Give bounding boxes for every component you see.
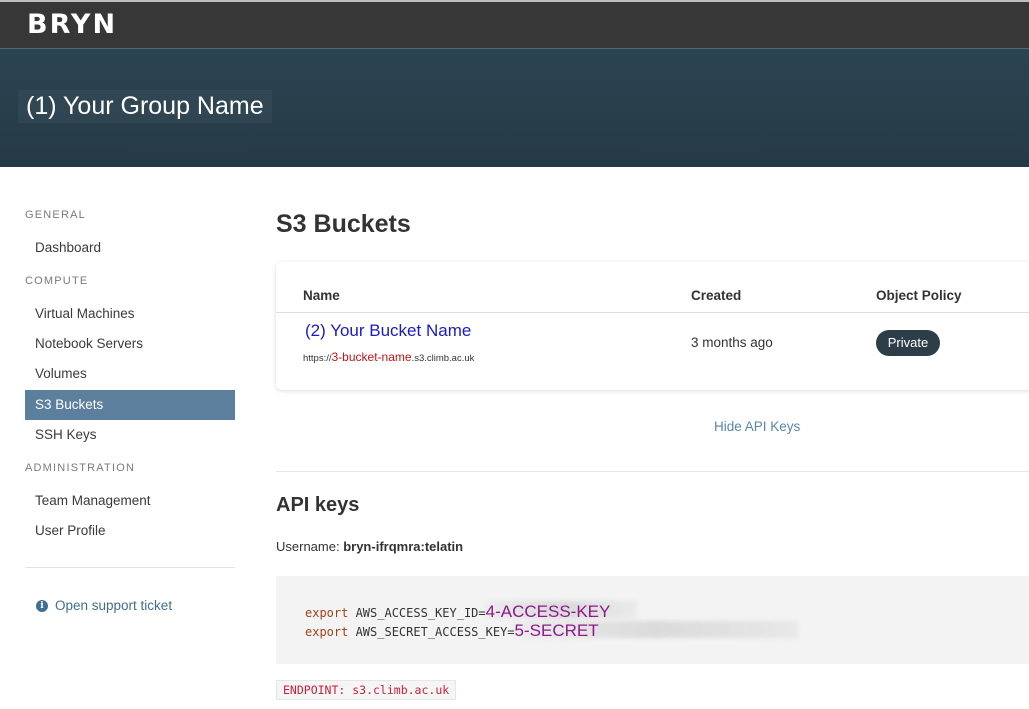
sidebar-item-s3-buckets[interactable]: S3 Buckets (25, 390, 235, 420)
bucket-url-suffix: .s3.climb.ac.uk (411, 353, 475, 364)
buckets-table-card: Name Created Object Policy (2) Your Buck… (276, 262, 1029, 390)
support-link-label: Open support ticket (55, 598, 173, 613)
bucket-url: https://3-bucket-name.s3.climb.ac.uk (303, 350, 474, 364)
section-divider (276, 471, 1029, 472)
sidebar-item-virtual-machines[interactable]: Virtual Machines (25, 299, 235, 329)
column-header-name: Name (303, 288, 340, 303)
bucket-created: 3 months ago (691, 335, 773, 350)
sidebar-item-dashboard[interactable]: Dashboard (25, 233, 235, 263)
sidebar: GENERAL Dashboard COMPUTE Virtual Machin… (0, 167, 245, 709)
bucket-url-prefix: https:// (303, 353, 332, 364)
api-keys-code-block[interactable]: export AWS_ACCESS_KEY_ID=4-ACCESS-KEY ex… (276, 576, 1029, 664)
username-label: Username: (276, 539, 340, 554)
code-line-secret-key: export AWS_SECRET_ACCESS_KEY=5-SECRET (305, 621, 599, 641)
group-name-title: (1) Your Group Name (18, 90, 272, 123)
sidebar-item-notebook-servers[interactable]: Notebook Servers (25, 329, 235, 359)
sidebar-item-volumes[interactable]: Volumes (25, 359, 235, 389)
code-line-access-key: export AWS_ACCESS_KEY_ID=4-ACCESS-KEY (305, 602, 610, 622)
sidebar-item-user-profile[interactable]: User Profile (25, 516, 235, 546)
open-support-ticket-link[interactable]: i Open support ticket (36, 598, 172, 613)
bucket-url-bucket: 3-bucket-name (331, 350, 412, 364)
code-keyword: export (305, 606, 349, 620)
api-username: Username: bryn-ifrqmra:telatin (276, 539, 463, 554)
code-variable: AWS_SECRET_ACCESS_KEY= (348, 625, 515, 639)
endpoint-label: ENDPOINT: s3.climb.ac.uk (276, 680, 457, 700)
table-header-divider (276, 312, 1029, 313)
code-value: 4-ACCESS-KEY (485, 602, 611, 621)
sidebar-section-administration: ADMINISTRATION (25, 462, 136, 474)
group-banner: (1) Your Group Name (0, 48, 1029, 167)
object-policy-badge: Private (876, 330, 940, 356)
code-variable: AWS_ACCESS_KEY_ID= (348, 606, 486, 620)
sidebar-section-compute: COMPUTE (25, 275, 89, 287)
column-header-created: Created (691, 288, 742, 303)
bryn-logo[interactable]: BRYN (27, 9, 117, 40)
api-keys-heading: API keys (276, 494, 360, 516)
info-circle-icon: i (36, 599, 48, 612)
code-value: 5-SECRET (514, 621, 599, 640)
sidebar-item-ssh-keys[interactable]: SSH Keys (25, 420, 235, 450)
hide-api-keys-link[interactable]: Hide API Keys (714, 419, 800, 434)
username-value: bryn-ifrqmra:telatin (343, 539, 464, 554)
sidebar-section-general: GENERAL (25, 209, 86, 221)
bucket-name-link[interactable]: (2) Your Bucket Name (305, 321, 471, 341)
column-header-object-policy: Object Policy (876, 288, 962, 303)
sidebar-divider (25, 567, 235, 568)
sidebar-item-team-management[interactable]: Team Management (25, 486, 235, 516)
code-keyword: export (305, 625, 349, 639)
page-title: S3 Buckets (276, 210, 411, 238)
top-nav-bar: BRYN (0, 0, 1029, 48)
